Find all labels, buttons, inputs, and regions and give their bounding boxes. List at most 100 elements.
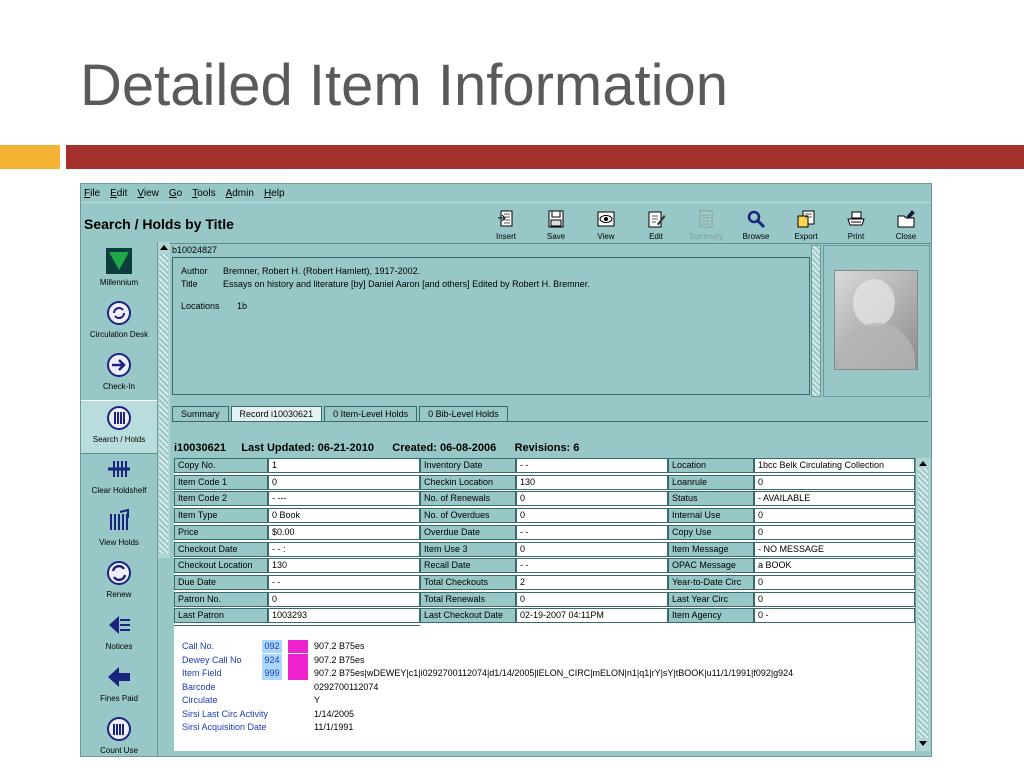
field-label: Item Type: [174, 508, 268, 523]
nav-clear-holdshelf[interactable]: Clear Holdshelf: [81, 452, 157, 504]
field-value[interactable]: 2: [516, 575, 668, 590]
view-button[interactable]: View: [581, 205, 631, 241]
marc-label: Sirsi Acquisition Date: [182, 722, 267, 732]
field-value[interactable]: 0: [754, 575, 915, 590]
field-value[interactable]: 0: [754, 592, 915, 607]
field-value[interactable]: 0 -: [754, 608, 915, 623]
field-label: Inventory Date: [420, 458, 516, 473]
field-value[interactable]: $0.00: [268, 525, 420, 540]
save-button[interactable]: Save: [531, 205, 581, 241]
summary-icon: [699, 210, 713, 228]
summary-label: Summary: [688, 232, 724, 241]
field-label: Recall Date: [420, 558, 516, 573]
nav-check-in[interactable]: Check-In: [81, 348, 157, 400]
field-value[interactable]: 0: [754, 525, 915, 540]
marc-indicator: [288, 667, 308, 680]
field-value[interactable]: 130: [268, 558, 420, 573]
field-value[interactable]: 130: [516, 475, 668, 490]
field-label: Last Year Circ: [668, 592, 754, 607]
scroll-up-icon[interactable]: [919, 461, 927, 466]
field-label: Price: [174, 525, 268, 540]
fields-scrollbar[interactable]: [915, 458, 930, 751]
nav-millennium[interactable]: Millennium: [81, 244, 157, 296]
marc-value[interactable]: Y: [314, 694, 320, 707]
field-value[interactable]: - NO MESSAGE: [754, 542, 915, 557]
menu-admin[interactable]: Admin: [226, 188, 254, 199]
menu-help[interactable]: Help: [264, 188, 285, 199]
field-value[interactable]: 0: [268, 475, 420, 490]
check-in-icon: [107, 353, 131, 377]
print-button[interactable]: Print: [831, 205, 881, 241]
menu-edit[interactable]: Edit: [110, 188, 127, 199]
field-value[interactable]: - - :: [268, 542, 420, 557]
print-icon: [847, 211, 865, 226]
tab-item-level-holds[interactable]: 0 Item-Level Holds: [324, 406, 418, 421]
field-value[interactable]: 02-19-2007 04:11PM: [516, 608, 668, 623]
marc-value[interactable]: 907.2 B75es|wDEWEY|c1|i0292700112074|d1/…: [314, 667, 793, 680]
scroll-up-icon[interactable]: [160, 245, 168, 250]
marc-tag: 092: [262, 640, 282, 653]
field-value[interactable]: 1bcc Belk Circulating Collection: [754, 458, 915, 473]
field-value[interactable]: 0: [754, 475, 915, 490]
field-value[interactable]: - -: [516, 458, 668, 473]
field-value[interactable]: 1: [268, 458, 420, 473]
browse-button[interactable]: Browse: [731, 205, 781, 241]
cover-image-panel: [823, 245, 930, 397]
field-value[interactable]: - AVAILABLE: [754, 491, 915, 506]
field-label: Status: [668, 491, 754, 506]
bib-scrollbar[interactable]: [811, 245, 821, 397]
nav-scrollbar[interactable]: [157, 242, 170, 558]
nav-count-use[interactable]: Count Use: [81, 712, 157, 756]
menu-go[interactable]: Go: [169, 188, 182, 199]
close-icon: [897, 210, 915, 228]
marc-value[interactable]: 907.2 B75es: [314, 640, 365, 653]
marc-value[interactable]: 11/1/1991: [314, 721, 353, 734]
edit-button[interactable]: Edit: [631, 205, 681, 241]
nav-label: Renew: [106, 590, 132, 599]
menu-file[interactable]: File: [84, 188, 100, 199]
tab-record[interactable]: Record i10030621: [230, 406, 323, 421]
field-value[interactable]: 0: [516, 592, 668, 607]
nav-fines-paid[interactable]: Fines Paid: [81, 660, 157, 712]
scroll-down-icon[interactable]: [919, 741, 927, 746]
insert-label: Insert: [495, 232, 516, 241]
nav-search-holds[interactable]: Search / Holds: [81, 400, 157, 454]
nav-label: Notices: [105, 642, 133, 651]
scroll-thumb[interactable]: [159, 254, 168, 554]
field-label: No. of Renewals: [420, 491, 516, 506]
field-value[interactable]: a BOOK: [754, 558, 915, 573]
scroll-thumb[interactable]: [918, 468, 928, 738]
marc-value[interactable]: 907.2 B75es: [314, 654, 365, 667]
field-value[interactable]: 0: [754, 508, 915, 523]
field-label: Checkout Location: [174, 558, 268, 573]
tab-summary[interactable]: Summary: [172, 406, 229, 421]
field-value[interactable]: - ---: [268, 491, 420, 506]
summary-button[interactable]: Summary: [681, 205, 731, 241]
marc-value[interactable]: 1/14/2005: [314, 708, 354, 721]
field-value[interactable]: - -: [516, 558, 668, 573]
author-label: Author: [181, 266, 208, 276]
field-value[interactable]: 0: [516, 542, 668, 557]
field-value[interactable]: - -: [516, 525, 668, 540]
field-value[interactable]: - -: [268, 575, 420, 590]
field-value[interactable]: 0 Book: [268, 508, 420, 523]
nav-renew[interactable]: Renew: [81, 556, 157, 608]
menu-view[interactable]: View: [137, 188, 159, 199]
tab-bib-level-holds[interactable]: 0 Bib-Level Holds: [419, 406, 508, 421]
nav-notices[interactable]: Notices: [81, 608, 157, 660]
close-button[interactable]: Close: [881, 205, 931, 241]
nav-circulation-desk[interactable]: Circulation Desk: [81, 296, 157, 348]
circulation-nav: Millennium Circulation Desk Check-In Sea…: [81, 242, 158, 756]
field-label: OPAC Message: [668, 558, 754, 573]
title-label: Title: [181, 279, 198, 289]
field-value[interactable]: 0: [516, 491, 668, 506]
field-value[interactable]: 0: [516, 508, 668, 523]
menu-tools[interactable]: Tools: [192, 188, 215, 199]
field-value[interactable]: 1003293: [268, 608, 420, 623]
nav-label: Clear Holdshelf: [91, 486, 147, 495]
marc-value[interactable]: 0292700112074: [314, 681, 378, 694]
insert-button[interactable]: Insert: [481, 205, 531, 241]
field-value[interactable]: 0: [268, 592, 420, 607]
nav-view-holds[interactable]: View Holds: [81, 504, 157, 556]
export-button[interactable]: Export: [781, 205, 831, 241]
